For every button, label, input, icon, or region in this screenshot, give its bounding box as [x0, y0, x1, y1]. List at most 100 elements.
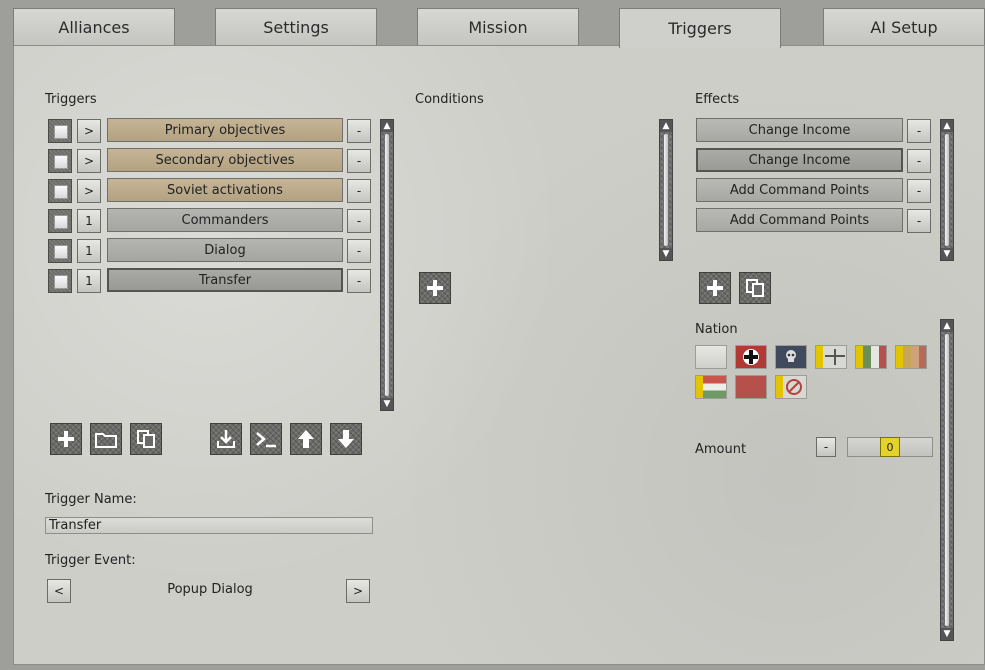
trigger-remove-button[interactable]: - [347, 239, 371, 263]
scroll-down-arrow-icon[interactable]: ▼ [660, 248, 672, 260]
scroll-up-arrow-icon[interactable]: ▲ [660, 120, 672, 132]
trigger-checkbox[interactable] [48, 269, 72, 293]
trigger-item[interactable]: Dialog [107, 238, 343, 262]
copy-trigger-button[interactable] [130, 423, 162, 455]
import-trigger-button[interactable] [210, 423, 242, 455]
trigger-checkbox[interactable] [48, 239, 72, 263]
yellow-stripe-flag-icon[interactable] [815, 345, 847, 369]
effect-remove-button[interactable]: - [907, 119, 931, 143]
trigger-checkbox[interactable] [48, 209, 72, 233]
plus-icon [707, 280, 723, 296]
scroll-down-arrow-icon[interactable]: ▼ [381, 398, 393, 410]
iron-cross-icon [743, 349, 759, 365]
red-flag-icon[interactable] [735, 375, 767, 399]
triggers-panel: Triggers > Primary objectives - > Second… [13, 45, 985, 665]
plus-icon [58, 431, 74, 447]
effect-item[interactable]: Add Command Points [696, 178, 903, 202]
blank-flag-icon[interactable] [695, 345, 727, 369]
scroll-track[interactable] [945, 334, 949, 626]
copy-icon [746, 279, 764, 297]
add-trigger-button[interactable] [50, 423, 82, 455]
trigger-remove-button[interactable]: - [347, 149, 371, 173]
scroll-up-arrow-icon[interactable]: ▲ [941, 320, 953, 332]
trigger-event-value: Popup Dialog [167, 582, 253, 597]
conditions-scrollbar[interactable]: ▲ ▼ [659, 119, 673, 261]
trigger-checkbox[interactable] [48, 179, 72, 203]
copy-icon [137, 430, 155, 448]
effect-remove-button[interactable]: - [907, 179, 931, 203]
trigger-remove-button[interactable]: - [347, 269, 371, 293]
trigger-checkbox[interactable] [48, 119, 72, 143]
triggers-scrollbar[interactable]: ▲ ▼ [380, 119, 394, 411]
trigger-name-field[interactable]: Transfer [45, 517, 373, 534]
effect-remove-button[interactable]: - [907, 209, 931, 233]
trigger-event-next-button[interactable]: > [346, 579, 370, 603]
trigger-expand-button[interactable]: > [77, 119, 101, 143]
arrow-down-icon [338, 430, 354, 448]
skull-flag-icon[interactable] [775, 345, 807, 369]
trigger-expand-button[interactable]: > [77, 179, 101, 203]
amount-slider-handle[interactable]: 0 [880, 437, 900, 457]
amount-slider[interactable]: 0 [847, 437, 933, 457]
hungary-flag-icon[interactable] [695, 375, 727, 399]
add-folder-button[interactable] [90, 423, 122, 455]
trigger-item[interactable]: Secondary objectives [107, 148, 343, 172]
conditions-header: Conditions [415, 92, 484, 107]
romania-flag-icon[interactable] [895, 345, 927, 369]
trigger-event-label: Trigger Event: [45, 553, 136, 568]
skull-icon [786, 350, 796, 362]
tab-label: Alliances [58, 18, 130, 37]
effects-scrollbar[interactable]: ▲ ▼ [940, 119, 954, 261]
tab-triggers[interactable]: Triggers [619, 8, 781, 48]
tab-label: AI Setup [870, 18, 938, 37]
scroll-track[interactable] [385, 134, 389, 396]
trigger-event-prev-button[interactable]: < [47, 579, 71, 603]
terminal-icon [256, 432, 276, 448]
tab-ai-setup[interactable]: AI Setup [823, 8, 985, 46]
effect-item[interactable]: Change Income [696, 118, 903, 142]
trigger-item-selected[interactable]: Transfer [107, 268, 343, 292]
add-condition-button[interactable] [419, 272, 451, 304]
scroll-down-arrow-icon[interactable]: ▼ [941, 628, 953, 640]
nation-label: Nation [695, 322, 738, 337]
german-cross-flag-icon[interactable] [735, 345, 767, 369]
trigger-checkbox[interactable] [48, 149, 72, 173]
trigger-name-label: Trigger Name: [45, 492, 137, 507]
trigger-item[interactable]: Primary objectives [107, 118, 343, 142]
italy-flag-icon[interactable] [855, 345, 887, 369]
scroll-up-arrow-icon[interactable]: ▲ [941, 120, 953, 132]
tab-label: Triggers [668, 19, 732, 38]
amount-decrease-button[interactable]: - [816, 437, 836, 457]
tab-label: Mission [468, 18, 528, 37]
no-entry-flag-icon[interactable] [775, 375, 807, 399]
scroll-track[interactable] [945, 134, 949, 246]
effect-item[interactable]: Add Command Points [696, 208, 903, 232]
move-down-button[interactable] [330, 423, 362, 455]
scroll-track[interactable] [664, 134, 668, 246]
add-effect-button[interactable] [699, 272, 731, 304]
effect-remove-button[interactable]: - [907, 149, 931, 173]
trigger-expand-button[interactable]: > [77, 149, 101, 173]
trigger-item[interactable]: Soviet activations [107, 178, 343, 202]
tab-settings[interactable]: Settings [215, 8, 377, 46]
scroll-up-arrow-icon[interactable]: ▲ [381, 120, 393, 132]
folder-icon [95, 433, 117, 448]
move-up-button[interactable] [290, 423, 322, 455]
nation-scrollbar[interactable]: ▲ ▼ [940, 319, 954, 641]
trigger-count: 1 [77, 209, 101, 233]
scroll-down-arrow-icon[interactable]: ▼ [941, 248, 953, 260]
tab-mission[interactable]: Mission [417, 8, 579, 46]
copy-effect-button[interactable] [739, 272, 771, 304]
amount-label: Amount [695, 442, 747, 457]
trigger-remove-button[interactable]: - [347, 179, 371, 203]
tab-label: Settings [263, 18, 329, 37]
console-button[interactable] [250, 423, 282, 455]
effect-item-selected[interactable]: Change Income [696, 148, 903, 172]
trigger-item[interactable]: Commanders [107, 208, 343, 232]
tab-alliances[interactable]: Alliances [13, 8, 175, 46]
plus-icon [427, 280, 443, 296]
trigger-count: 1 [77, 239, 101, 263]
trigger-remove-button[interactable]: - [347, 119, 371, 143]
triggers-header: Triggers [45, 92, 97, 107]
trigger-remove-button[interactable]: - [347, 209, 371, 233]
